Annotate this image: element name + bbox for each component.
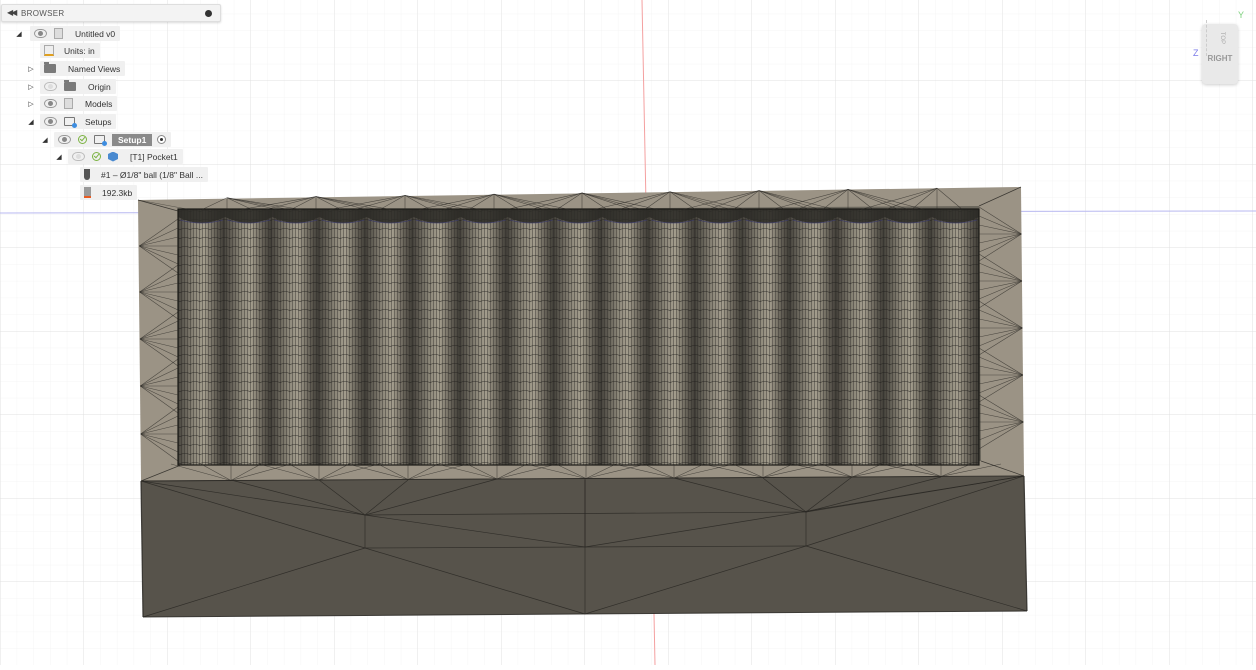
tree-label: Setup1 — [112, 134, 152, 146]
expand-triangle-icon[interactable]: ▷ — [26, 65, 36, 73]
tree-item-setups[interactable]: ◢ Setups — [26, 114, 116, 129]
tree-label: Models — [85, 99, 112, 109]
tree-item-nc-size[interactable]: 192.3kb — [80, 185, 137, 200]
browser-title: BROWSER — [21, 9, 64, 18]
toolpath-mesh-horizontal — [178, 209, 979, 465]
tree-label: 192.3kb — [102, 188, 132, 198]
tree-item-setup1[interactable]: ◢ Setup1 — [40, 132, 171, 147]
model-icon — [64, 98, 73, 109]
visibility-eye-icon[interactable] — [58, 135, 71, 144]
folder-icon — [64, 82, 76, 91]
tree-item-tool[interactable]: #1 – Ø1/8" ball (1/8" Ball ... — [80, 167, 208, 182]
tree-label: Named Views — [68, 64, 120, 74]
tree-item-pocket1[interactable]: ◢ [T1] Pocket1 — [54, 149, 183, 164]
tree-item-units[interactable]: Units: in — [40, 43, 100, 58]
top-face-label: TOP — [1219, 32, 1225, 44]
visibility-eye-hidden-icon[interactable] — [72, 152, 85, 161]
collapse-panel-icon[interactable]: ◀◀ — [7, 8, 15, 17]
pocket-operation-icon — [108, 152, 118, 162]
tree-item-document[interactable]: ◢ Untitled v0 — [14, 26, 120, 41]
setups-icon — [64, 117, 75, 126]
tree-label: Origin — [88, 82, 111, 92]
setup-icon — [94, 135, 105, 144]
expand-triangle-icon[interactable]: ◢ — [26, 118, 36, 126]
expand-triangle-icon[interactable]: ◢ — [40, 136, 50, 144]
tree-label: Untitled v0 — [75, 29, 115, 39]
expand-triangle-icon[interactable]: ▷ — [26, 100, 36, 108]
stock-body[interactable] — [138, 187, 1027, 617]
browser-header[interactable]: ◀◀ BROWSER — [1, 4, 221, 22]
visibility-eye-icon[interactable] — [44, 99, 57, 108]
tree-item-named-views[interactable]: ▷ Named Views — [26, 61, 125, 76]
y-axis-label: Y — [1238, 10, 1244, 20]
activate-radio-icon[interactable] — [157, 135, 166, 144]
folder-icon — [44, 64, 56, 73]
tree-label: Setups — [85, 117, 111, 127]
tree-label: #1 – Ø1/8" ball (1/8" Ball ... — [101, 170, 203, 180]
tree-label: [T1] Pocket1 — [130, 152, 178, 162]
viewcube-box[interactable]: TOP RIGHT — [1202, 24, 1238, 84]
visibility-eye-icon[interactable] — [44, 117, 57, 126]
viewcube[interactable]: Y Z TOP RIGHT — [1192, 10, 1252, 90]
z-axis-label: Z — [1193, 48, 1199, 58]
valid-check-icon — [78, 135, 87, 144]
visibility-eye-icon[interactable] — [34, 29, 47, 38]
tree-item-origin[interactable]: ▷ Origin — [26, 79, 116, 94]
viewcube-top-face[interactable]: TOP — [1206, 20, 1234, 56]
units-icon — [44, 45, 54, 56]
pin-icon[interactable] — [205, 10, 212, 17]
expand-triangle-icon[interactable]: ◢ — [54, 153, 64, 161]
model-canvas[interactable] — [0, 0, 1256, 665]
expand-triangle-icon[interactable]: ◢ — [14, 30, 24, 38]
viewcube-right-face[interactable]: RIGHT — [1202, 54, 1238, 63]
tree-item-models[interactable]: ▷ Models — [26, 96, 117, 111]
nc-program-icon — [84, 187, 91, 198]
visibility-eye-hidden-icon[interactable] — [44, 82, 57, 91]
ball-end-mill-icon — [84, 169, 90, 180]
tree-label: Units: in — [64, 46, 95, 56]
valid-check-icon — [92, 152, 101, 161]
document-icon — [54, 28, 63, 39]
expand-triangle-icon[interactable]: ▷ — [26, 83, 36, 91]
3d-viewport[interactable]: ◀◀ BROWSER ◢ Untitled v0 Units: in ▷ Nam… — [0, 0, 1256, 665]
